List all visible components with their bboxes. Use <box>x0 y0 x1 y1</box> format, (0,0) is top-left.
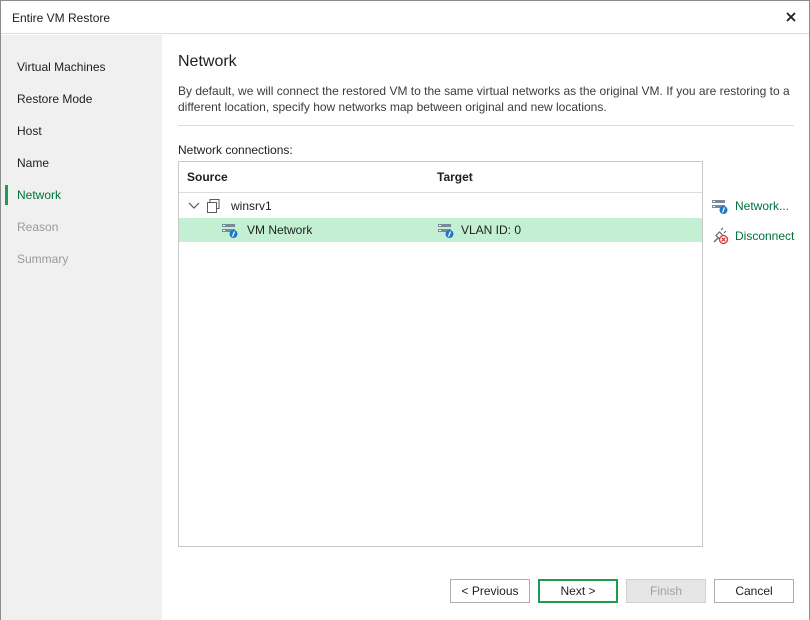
expander-toggle[interactable] <box>187 199 201 213</box>
step-host[interactable]: Host <box>1 119 162 143</box>
step-virtual-machines[interactable]: Virtual Machines <box>1 55 162 79</box>
network-button-label: Network... <box>735 199 790 213</box>
source-cell: winsrv1 <box>231 199 272 213</box>
column-header-target[interactable]: Target <box>437 170 473 184</box>
disconnect-button[interactable]: Disconnect <box>709 225 809 247</box>
network-icon <box>222 224 238 238</box>
divider <box>178 125 794 126</box>
step-label: Virtual Machines <box>17 60 106 74</box>
step-label: Network <box>17 188 62 202</box>
page-title: Network <box>178 53 237 70</box>
network-connections-label: Network connections: <box>178 143 293 157</box>
active-step-marker <box>5 185 8 205</box>
step-reason: Reason <box>1 215 162 239</box>
network-button[interactable]: Network... <box>709 195 809 217</box>
wizard-steps: Virtual Machines Restore Mode Host Name … <box>1 35 162 620</box>
previous-button[interactable]: < Previous <box>450 579 530 603</box>
table-row-vm[interactable]: winsrv1 <box>179 194 702 218</box>
column-header-source[interactable]: Source <box>187 170 228 184</box>
step-name[interactable]: Name <box>1 151 162 175</box>
network-icon <box>438 224 454 238</box>
grid-header: Source Target <box>179 162 702 193</box>
step-summary: Summary <box>1 247 162 271</box>
close-icon <box>786 12 796 22</box>
dialog-window: Entire VM Restore Virtual Machines Resto… <box>0 0 810 620</box>
main-content: Network By default, we will connect the … <box>162 35 809 620</box>
step-label: Restore Mode <box>17 92 93 106</box>
step-label: Host <box>17 124 42 138</box>
chevron-down-icon <box>188 202 200 209</box>
disconnect-button-label: Disconnect <box>735 229 795 243</box>
step-label: Reason <box>17 220 59 234</box>
vm-icon <box>207 199 220 213</box>
step-restore-mode[interactable]: Restore Mode <box>1 87 162 111</box>
disconnect-icon <box>713 227 729 245</box>
window-title: Entire VM Restore <box>12 11 111 25</box>
network-connections-grid[interactable]: Source Target winsrv1 VM Network VLAN ID… <box>178 161 703 547</box>
step-label: Name <box>17 156 50 170</box>
target-cell: VLAN ID: 0 <box>461 223 522 237</box>
source-cell: VM Network <box>247 223 313 237</box>
title-bar: Entire VM Restore <box>1 1 809 34</box>
step-network[interactable]: Network <box>1 183 162 207</box>
page-description: By default, we will connect the restored… <box>178 84 790 114</box>
next-button[interactable]: Next > <box>538 579 618 603</box>
cancel-button[interactable]: Cancel <box>714 579 794 603</box>
network-icon <box>712 200 728 214</box>
table-row-network[interactable]: VM Network VLAN ID: 0 <box>179 218 702 242</box>
finish-button: Finish <box>626 579 706 603</box>
step-label: Summary <box>17 252 69 266</box>
close-button[interactable] <box>781 7 801 27</box>
